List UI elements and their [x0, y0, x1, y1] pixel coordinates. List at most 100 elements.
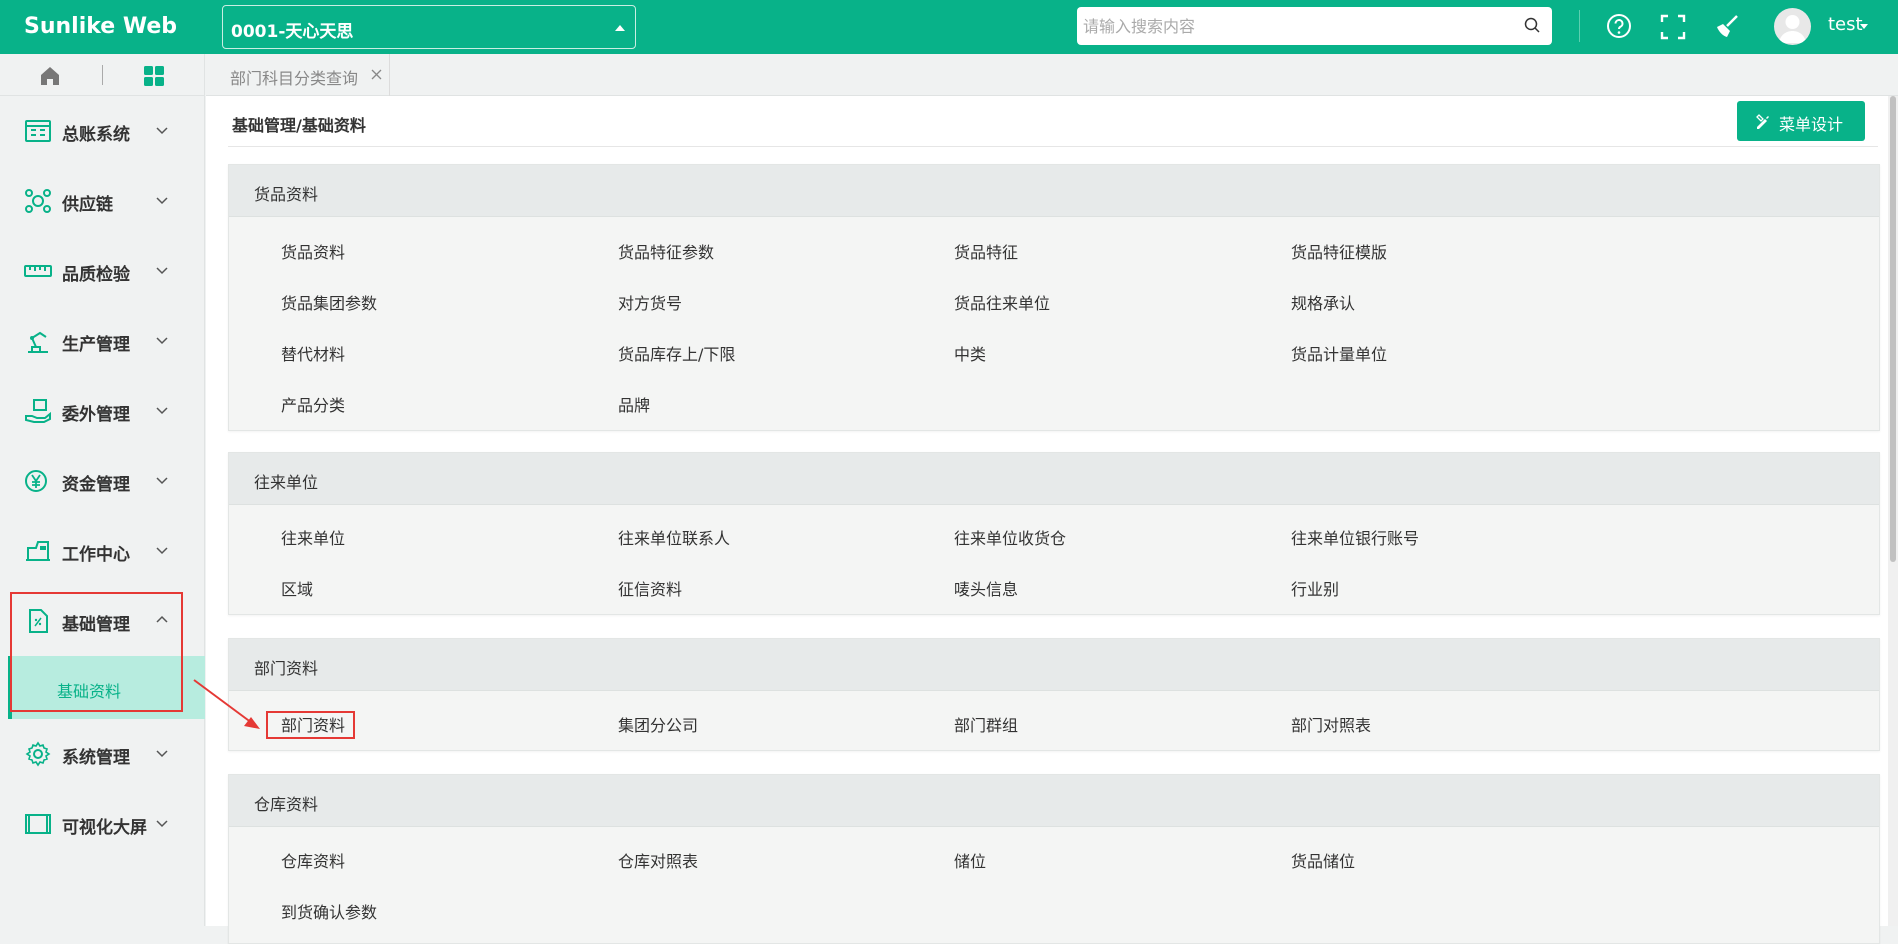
- link-item[interactable]: 品牌: [618, 392, 650, 416]
- robot-arm-icon: [28, 331, 48, 353]
- sidebar-item-system[interactable]: 系统管理: [0, 719, 205, 789]
- sidebar-item-label: 工作中心: [62, 545, 130, 565]
- screen-icon: [25, 814, 51, 834]
- chevron-down-icon: [156, 267, 168, 275]
- sidebar-item-label: 委外管理: [62, 405, 130, 425]
- sidebar-item-quality[interactable]: 品质检验: [0, 236, 205, 306]
- tab-bar: 部门科目分类查询: [206, 54, 1898, 96]
- close-icon[interactable]: [371, 69, 382, 80]
- link-item[interactable]: 货品计量单位: [1291, 341, 1387, 365]
- org-select-value: 0001-天心天思: [231, 22, 354, 42]
- sidebar-item-production[interactable]: 生产管理: [0, 306, 205, 376]
- link-item[interactable]: 区域: [281, 576, 313, 600]
- avatar[interactable]: [1774, 8, 1811, 45]
- link-item[interactable]: 到货确认参数: [281, 899, 377, 923]
- machine-icon: [26, 541, 50, 561]
- grid-icon[interactable]: [142, 64, 166, 88]
- supply-chain-icon: [25, 189, 51, 213]
- link-item[interactable]: 货品特征模版: [1291, 239, 1387, 263]
- caret-up-icon: [615, 25, 625, 31]
- gear-icon: [25, 741, 51, 767]
- link-item[interactable]: 规格承认: [1291, 290, 1355, 314]
- link-item[interactable]: 货品集团参数: [281, 290, 377, 314]
- sidebar-item-finance[interactable]: 资金管理: [0, 446, 205, 516]
- link-item[interactable]: 唛头信息: [954, 576, 1018, 600]
- link-item[interactable]: 货品特征参数: [618, 239, 714, 263]
- content-divider: [228, 146, 1878, 147]
- annotation-arrow-icon: [193, 679, 260, 729]
- link-item[interactable]: 货品库存上/下限: [618, 341, 735, 365]
- link-item[interactable]: 货品往来单位: [954, 290, 1050, 314]
- link-item[interactable]: 征信资料: [618, 576, 682, 600]
- search-input[interactable]: [1077, 7, 1507, 45]
- hand-package-icon: [25, 399, 51, 423]
- broom-icon[interactable]: [1713, 13, 1741, 41]
- header-divider: [1579, 10, 1580, 42]
- link-item[interactable]: 往来单位收货仓: [954, 525, 1066, 549]
- link-item[interactable]: 往来单位银行账号: [1291, 525, 1419, 549]
- chevron-down-icon: [156, 820, 168, 828]
- help-icon[interactable]: [1606, 13, 1634, 41]
- link-item[interactable]: 集团分公司: [618, 712, 698, 736]
- chevron-down-icon: [156, 750, 168, 758]
- link-item[interactable]: 往来单位联系人: [618, 525, 730, 549]
- link-item[interactable]: 替代材料: [281, 341, 345, 365]
- fullscreen-icon[interactable]: [1659, 13, 1687, 41]
- sidebar-item-label: 系统管理: [62, 748, 130, 768]
- link-item[interactable]: 储位: [954, 848, 986, 872]
- tab-label: 部门科目分类查询: [230, 69, 359, 88]
- sidebar-item-label: 品质检验: [62, 265, 130, 285]
- link-item[interactable]: 往来单位: [281, 525, 345, 549]
- search-icon[interactable]: [1524, 17, 1540, 33]
- chevron-down-icon: [156, 127, 168, 135]
- sidebar-item-label: 生产管理: [62, 335, 130, 355]
- org-select[interactable]: 0001-天心天思: [222, 5, 636, 49]
- link-item[interactable]: 行业别: [1291, 576, 1339, 600]
- ledger-icon: [25, 120, 51, 142]
- section-goods: 货品资料 货品资料 货品特征参数 货品特征 货品特征模版 货品集团参数 对方货号…: [228, 164, 1880, 431]
- section-title: 货品资料: [254, 185, 319, 204]
- link-item[interactable]: 货品储位: [1291, 848, 1355, 872]
- link-item[interactable]: 对方货号: [618, 290, 682, 314]
- home-icon[interactable]: [38, 64, 62, 88]
- breadcrumb: 基础管理/基础资料: [232, 116, 366, 135]
- section-warehouse: 仓库资料 仓库资料 仓库对照表 储位 货品储位 到货确认参数: [228, 774, 1880, 944]
- sidebar-item-outsourcing[interactable]: 委外管理: [0, 376, 205, 446]
- sidebar-item-work-center[interactable]: 工作中心: [0, 516, 205, 586]
- menu-design-button[interactable]: 菜单设计: [1737, 101, 1865, 141]
- link-item[interactable]: 产品分类: [281, 392, 345, 416]
- section-title: 仓库资料: [254, 795, 319, 814]
- main-content: 基础管理/基础资料 菜单设计 货品资料 货品资料 货品特征参数 货品特征 货品特…: [206, 96, 1898, 944]
- link-item[interactable]: 货品特征: [954, 239, 1018, 263]
- section-department: 部门资料 部门资料 集团分公司 部门群组 部门对照表: [228, 638, 1880, 751]
- sidebar-toolbar: [0, 54, 204, 96]
- link-item[interactable]: 货品资料: [281, 239, 345, 263]
- tab-department-subject-query[interactable]: 部门科目分类查询: [206, 54, 390, 96]
- user-dropdown-icon[interactable]: [1860, 24, 1868, 29]
- sidebar-item-ledger[interactable]: 总账系统: [0, 96, 205, 166]
- link-item[interactable]: 仓库资料: [281, 848, 345, 872]
- username[interactable]: test: [1828, 14, 1863, 35]
- scrollbar-thumb[interactable]: [1890, 96, 1896, 562]
- sidebar-item-supply-chain[interactable]: 供应链: [0, 166, 205, 236]
- sidebar-item-label: 资金管理: [62, 475, 130, 495]
- app-logo: Sunlike Web: [24, 14, 178, 39]
- sidebar-item-visual-screen[interactable]: 可视化大屏: [0, 789, 205, 859]
- link-item[interactable]: 部门对照表: [1291, 712, 1371, 736]
- top-header: Sunlike Web 0001-天心天思 test: [0, 0, 1898, 54]
- sidebar-item-label: 总账系统: [62, 125, 130, 145]
- chevron-down-icon: [156, 477, 168, 485]
- design-tools-icon: [1756, 114, 1769, 129]
- search-box[interactable]: [1077, 7, 1552, 45]
- link-item[interactable]: 部门群组: [954, 712, 1018, 736]
- sidebar-item-label: 可视化大屏: [62, 818, 147, 838]
- scrollbar[interactable]: [1888, 96, 1898, 926]
- section-header: 货品资料: [229, 165, 1879, 217]
- yen-icon: [25, 470, 47, 492]
- link-item[interactable]: 仓库对照表: [618, 848, 698, 872]
- chevron-down-icon: [156, 407, 168, 415]
- section-partners: 往来单位 往来单位 往来单位联系人 往来单位收货仓 往来单位银行账号 区域 征信…: [228, 452, 1880, 615]
- section-title: 往来单位: [254, 473, 319, 492]
- section-header: 部门资料: [229, 639, 1879, 691]
- link-item[interactable]: 中类: [954, 341, 986, 365]
